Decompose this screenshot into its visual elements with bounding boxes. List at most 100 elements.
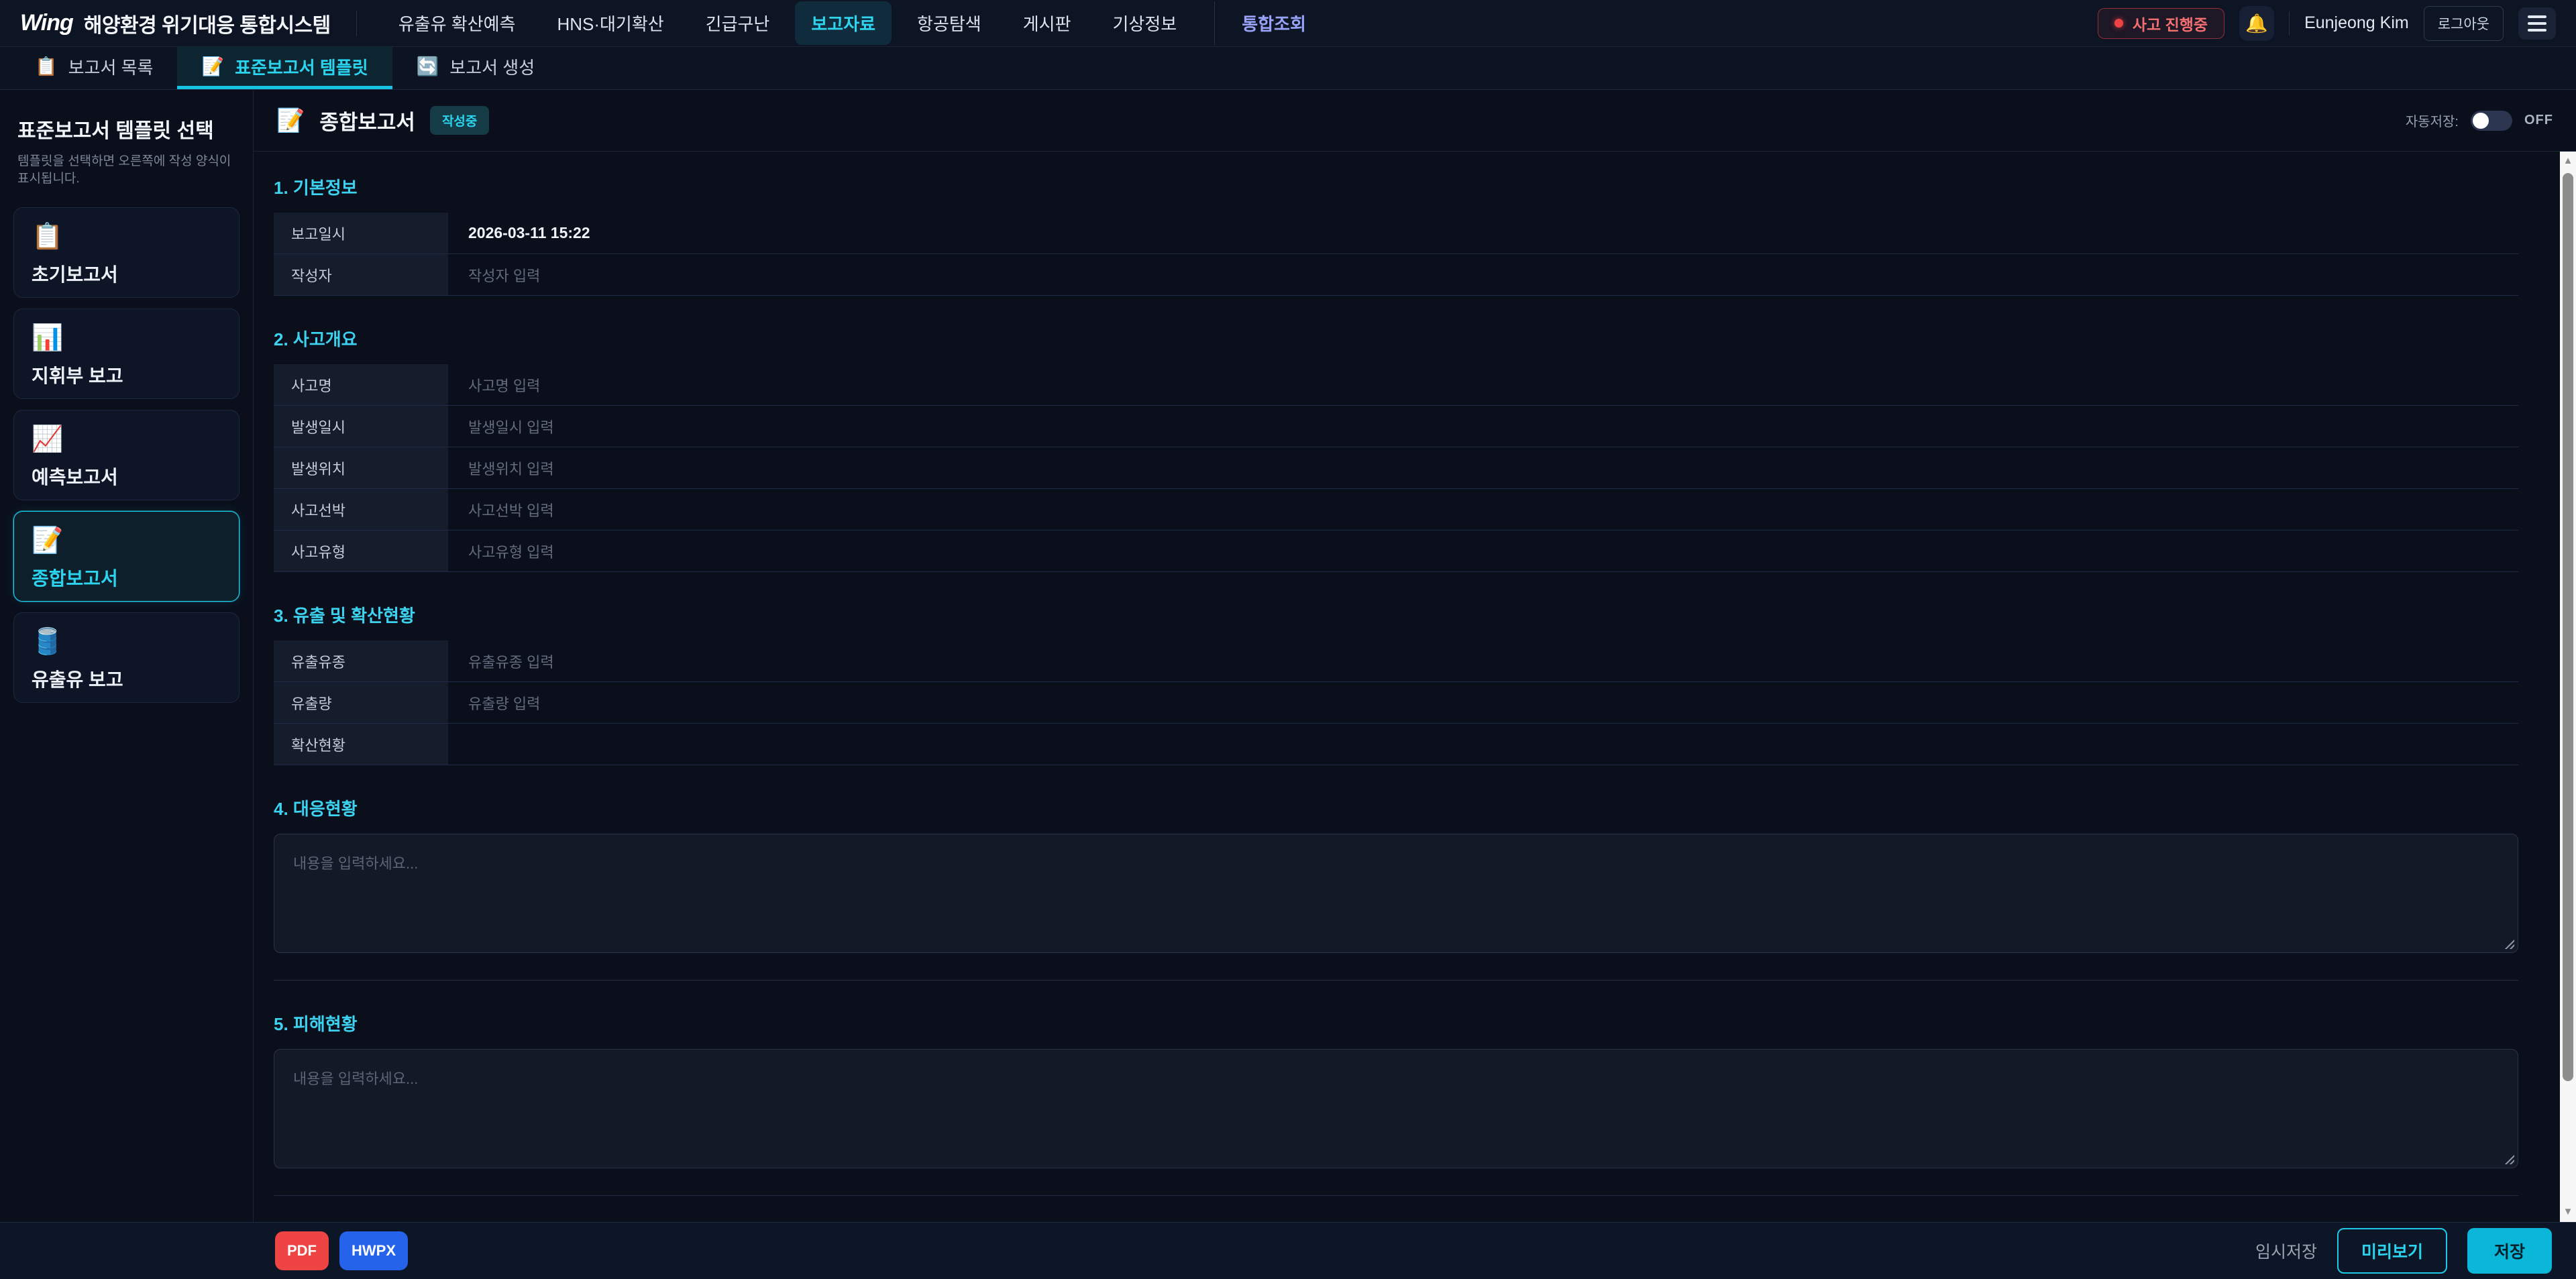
field-value[interactable]: 유출유종 입력 xyxy=(448,641,2518,681)
tab-icon: 🔄 xyxy=(417,56,439,77)
save-button[interactable]: 저장 xyxy=(2467,1228,2552,1274)
field-label: 작성자 xyxy=(274,254,448,295)
section-heading: 3. 유출 및 확산현황 xyxy=(274,602,2518,627)
field-label: 사고명 xyxy=(274,364,448,405)
section-heading: 5. 피해현황 xyxy=(274,1011,2518,1036)
tab-보고서 목록[interactable]: 📋보고서 목록 xyxy=(11,47,177,89)
field-value[interactable]: 발생일시 입력 xyxy=(448,406,2518,447)
field-value[interactable]: 사고선박 입력 xyxy=(448,489,2518,530)
tab-label: 보고서 목록 xyxy=(68,54,154,79)
nav-item[interactable]: 통합조회 xyxy=(1214,1,1322,45)
toggle-knob-icon xyxy=(2473,113,2489,129)
top-bar: Wing 해양환경 위기대응 통합시스템 유출유 확산예측HNS·대기확산긴급구… xyxy=(0,0,2576,47)
template-card[interactable]: 📊 지휘부 보고지휘부 보고용 요약 문서 xyxy=(13,309,239,399)
field-label: 사고유형 xyxy=(274,531,448,571)
field-label: 보고일시 xyxy=(274,213,448,254)
field-label: 사고선박 xyxy=(274,489,448,530)
template-card[interactable]: 📋초기보고서사고 발생 직후 초기 상황 보고 xyxy=(13,207,239,298)
tab-icon: 📝 xyxy=(201,56,224,77)
footer-action-bar: PDF HWPX 임시저장 미리보기 저장 xyxy=(0,1222,2576,1279)
hamburger-icon xyxy=(2528,29,2546,32)
template-icon: 📋 xyxy=(32,224,221,249)
template-card[interactable]: 📈예측보고서확산예측 결과 및 민감자원 분석 xyxy=(13,410,239,500)
topbar-right: 사고 진행중 🔔 Eunjeong Kim 로그아웃 xyxy=(2098,6,2556,41)
template-desc: 전체 사고 대응 종합 보고 문서 xyxy=(32,598,221,602)
table-row: 보고일시2026-03-11 15:22 xyxy=(274,213,2518,254)
hamburger-menu-button[interactable] xyxy=(2518,7,2556,40)
nav-item[interactable]: 기상정보 xyxy=(1097,1,1193,45)
vertical-scrollbar[interactable]: ▲ ▼ xyxy=(2560,152,2576,1222)
field-value[interactable]: 2026-03-11 15:22 xyxy=(448,213,2518,254)
form-table: 사고명사고명 입력발생일시발생일시 입력발생위치발생위치 입력사고선박사고선박 … xyxy=(274,364,2518,572)
table-row: 사고유형사고유형 입력 xyxy=(274,531,2518,572)
section-heading: 2. 사고개요 xyxy=(274,326,2518,351)
table-row: 발생위치발생위치 입력 xyxy=(274,447,2518,489)
tab-bar: 📋보고서 목록 📝 표준보고서 템플릿 🔄보고서 생성 xyxy=(0,47,2576,90)
scrollbar-up-arrow-icon[interactable]: ▲ xyxy=(2563,152,2573,170)
hamburger-icon xyxy=(2528,22,2546,25)
incident-status-badge[interactable]: 사고 진행중 xyxy=(2098,8,2224,39)
template-desc: 사고 발생 직후 초기 상황 보고 xyxy=(32,294,221,298)
field-value[interactable]: 사고유형 입력 xyxy=(448,531,2518,571)
nav-item[interactable]: 항공탐색 xyxy=(901,1,998,45)
template-card[interactable]: 🛢️유출유 보고유류오염사고 대응지원 상황도 xyxy=(13,612,239,703)
report-header: 📝 종합보고서 작성중 자동저장: OFF xyxy=(254,90,2576,152)
temp-save-button[interactable]: 임시저장 xyxy=(2255,1239,2317,1263)
preview-button[interactable]: 미리보기 xyxy=(2337,1228,2447,1274)
export-pdf-button[interactable]: PDF xyxy=(275,1231,329,1270)
incident-dot-icon xyxy=(2114,19,2123,27)
sidebar-title: 표준보고서 템플릿 선택 xyxy=(13,114,239,144)
nav-item[interactable]: 게시판 xyxy=(1007,1,1087,45)
field-value[interactable]: 사고명 입력 xyxy=(448,364,2518,405)
field-value[interactable] xyxy=(448,724,2518,765)
field-value[interactable]: 발생위치 입력 xyxy=(448,447,2518,488)
brand: Wing 해양환경 위기대응 통합시스템 xyxy=(20,9,331,38)
autosave-toggle[interactable] xyxy=(2471,111,2512,131)
autosave-label: 자동저장: xyxy=(2406,111,2459,130)
tab-표준보고서 템플릿[interactable]: 📝 표준보고서 템플릿 xyxy=(177,47,392,89)
template-title: 지휘부 보고 xyxy=(32,362,221,388)
field-value[interactable]: 유출량 입력 xyxy=(448,682,2518,723)
body-row: 표준보고서 템플릿 선택 템플릿을 선택하면 오른쪽에 작성 양식이 표시됩니다… xyxy=(0,90,2576,1222)
template-desc: 지휘부 보고용 요약 문서 xyxy=(32,395,221,399)
topbar-divider xyxy=(356,11,357,36)
section-textarea[interactable] xyxy=(274,834,2518,953)
section-divider xyxy=(274,980,2518,981)
report-title: 종합보고서 xyxy=(319,105,415,135)
nav-item[interactable]: 보고자료 xyxy=(795,1,892,45)
tab-보고서 생성[interactable]: 🔄보고서 생성 xyxy=(392,47,559,89)
export-group: PDF HWPX xyxy=(275,1231,408,1270)
field-label: 유출량 xyxy=(274,682,448,723)
template-icon: 📊 xyxy=(32,325,221,351)
incident-badge-label: 사고 진행중 xyxy=(2133,12,2208,35)
field-value[interactable]: 작성자 입력 xyxy=(448,254,2518,295)
hamburger-icon xyxy=(2528,15,2546,18)
table-row: 확산현황 xyxy=(274,724,2518,765)
template-card[interactable]: 📝종합보고서전체 사고 대응 종합 보고 문서 xyxy=(13,511,239,602)
nav-item[interactable]: 유출유 확산예측 xyxy=(382,1,532,45)
template-desc: 유류오염사고 대응지원 상황도 xyxy=(32,699,221,703)
export-hwpx-button[interactable]: HWPX xyxy=(339,1231,408,1270)
report-doc-icon: 📝 xyxy=(276,107,305,134)
scrollbar-thumb[interactable] xyxy=(2563,173,2573,1081)
brand-title: 해양환경 위기대응 통합시스템 xyxy=(84,9,331,38)
field-label: 확산현황 xyxy=(274,724,448,765)
section-heading: 4. 대응현황 xyxy=(274,795,2518,820)
field-label: 발생위치 xyxy=(274,447,448,488)
scrollbar-down-arrow-icon[interactable]: ▼ xyxy=(2563,1203,2573,1221)
section-textarea[interactable] xyxy=(274,1049,2518,1168)
table-row: 작성자작성자 입력 xyxy=(274,254,2518,296)
nav-item[interactable]: 긴급구난 xyxy=(690,1,786,45)
report-form: 1. 기본정보보고일시2026-03-11 15:22작성자작성자 입력 2. 사… xyxy=(254,152,2560,1222)
nav-item[interactable]: HNS·대기확산 xyxy=(541,1,680,45)
top-nav: 유출유 확산예측HNS·대기확산긴급구난보고자료항공탐색게시판기상정보 통합조회 xyxy=(382,1,2098,45)
template-title: 유출유 보고 xyxy=(32,665,221,692)
template-icon: 📝 xyxy=(32,528,221,553)
field-label: 발생일시 xyxy=(274,406,448,447)
logout-button[interactable]: 로그아웃 xyxy=(2424,6,2504,41)
notifications-button[interactable]: 🔔 xyxy=(2239,6,2274,41)
tab-label: 표준보고서 템플릿 xyxy=(235,54,368,79)
autosave-state: OFF xyxy=(2524,113,2553,128)
field-label: 유출유종 xyxy=(274,641,448,681)
section-heading: 1. 기본정보 xyxy=(274,174,2518,199)
